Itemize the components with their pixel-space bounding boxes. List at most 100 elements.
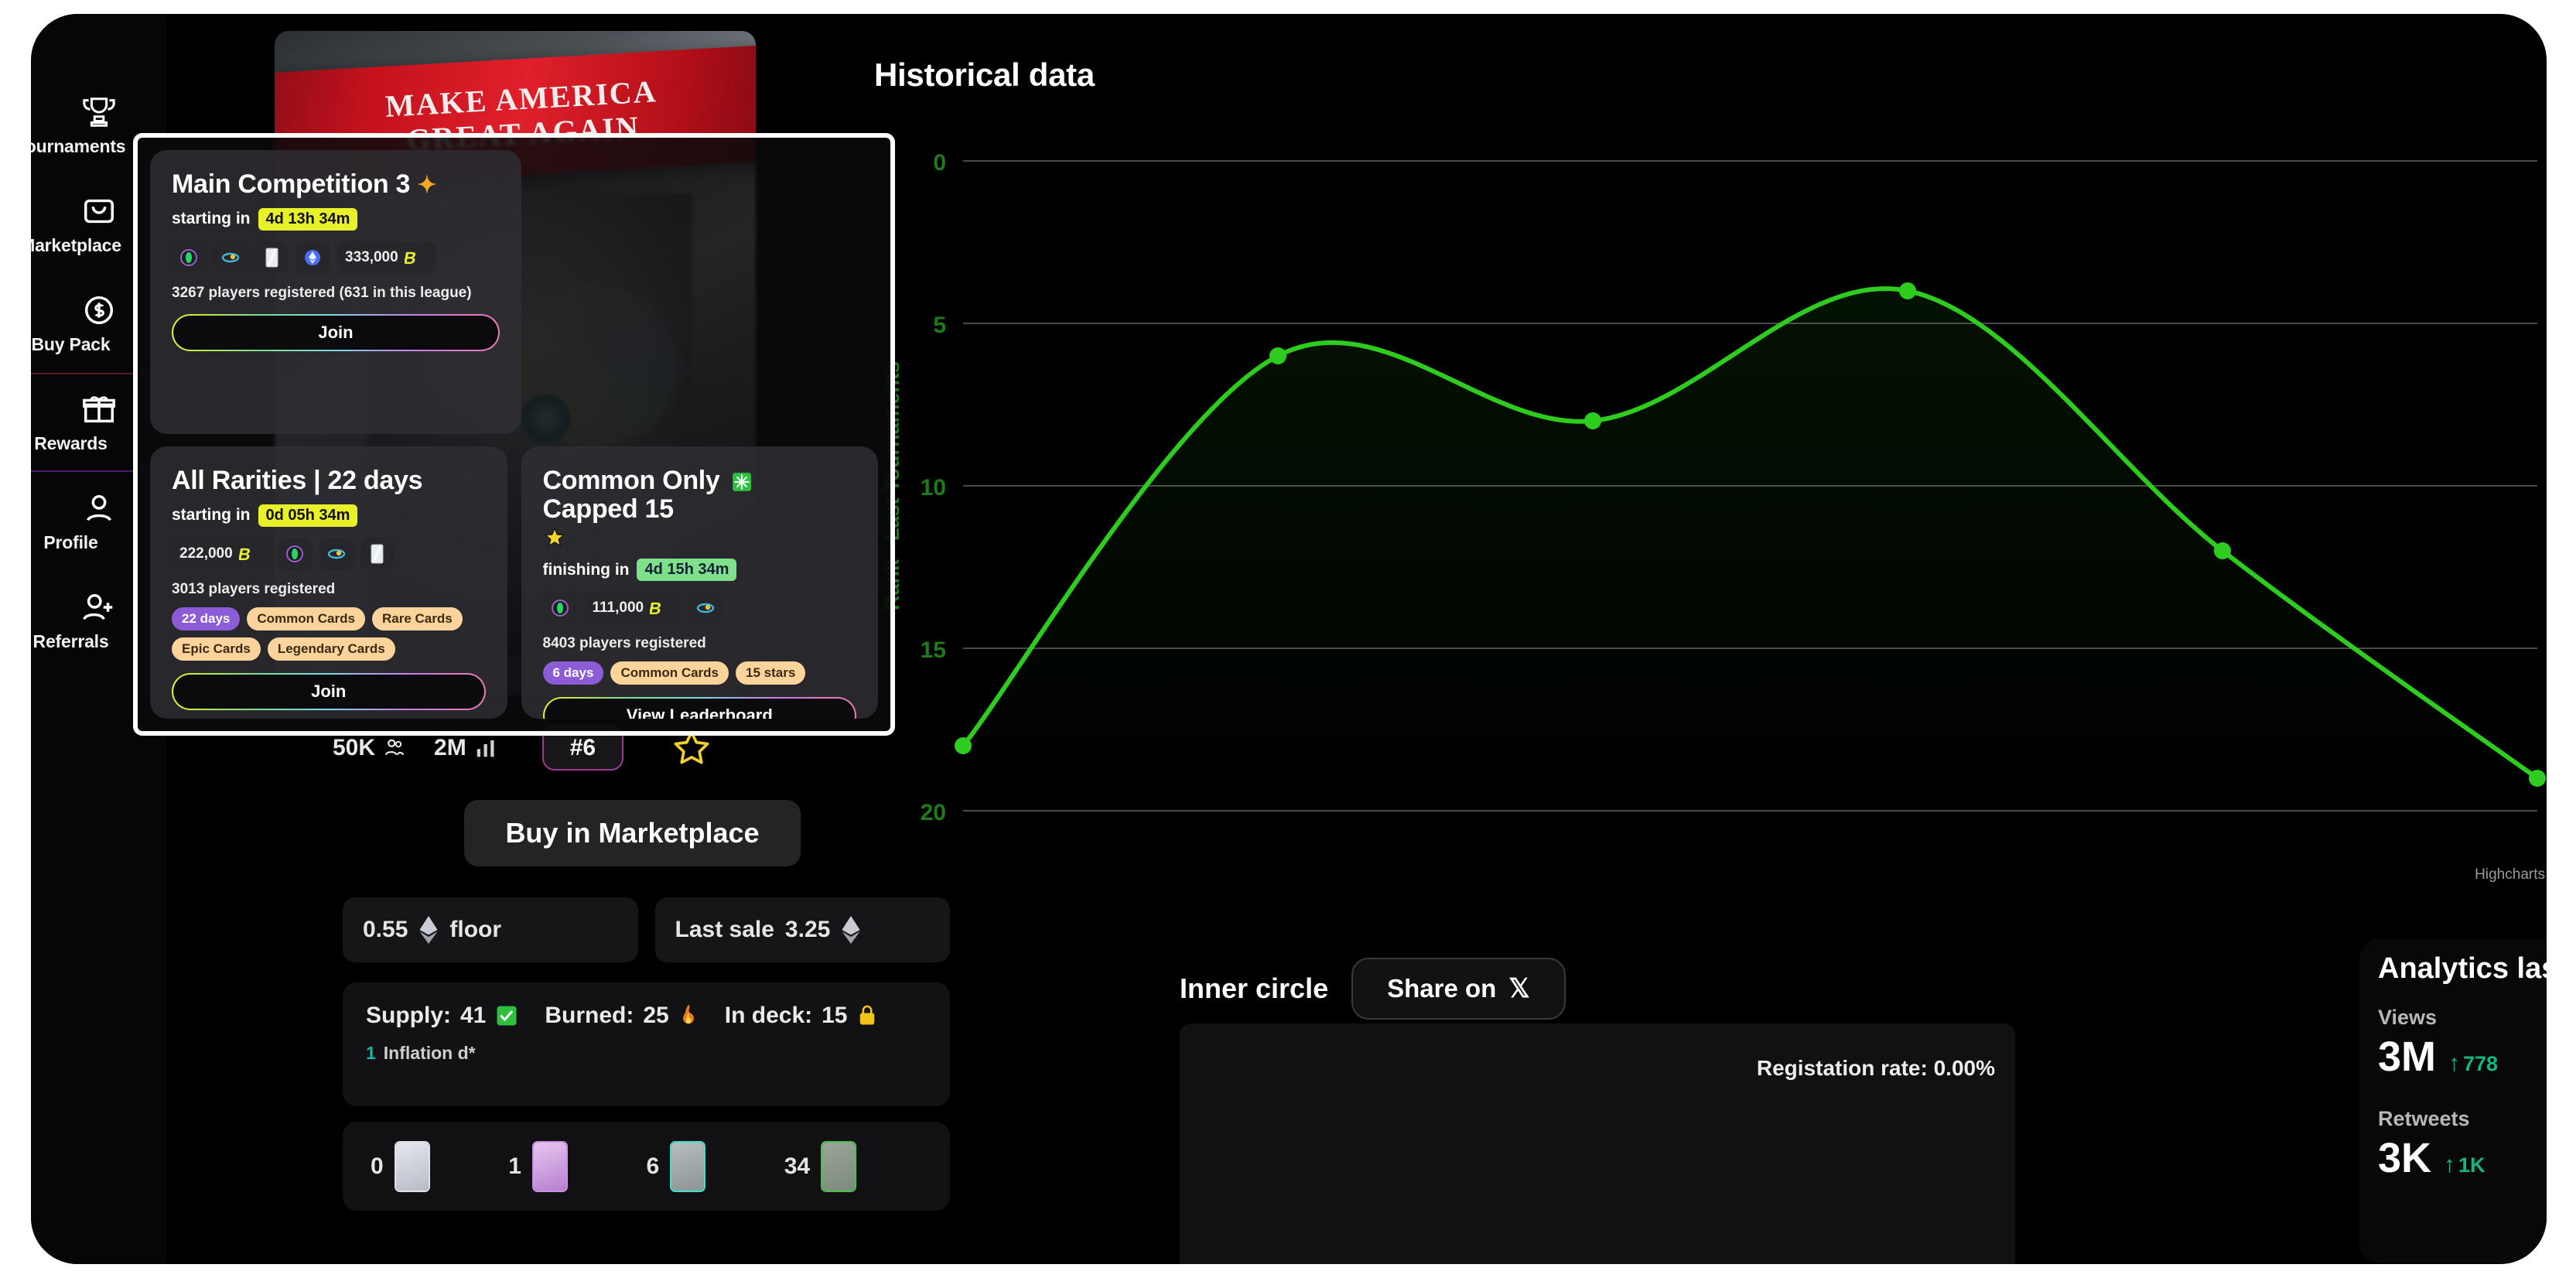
metric-value: 3M [2378,1034,2437,1080]
burned-label: Burned: [545,1003,634,1028]
tournament-card-common-only[interactable]: Common Only Capped 15 finishing in 4d 15… [521,446,878,719]
burned-segment: Burned: 25 [545,1003,698,1029]
inflation-label: Inflation d* [383,1043,476,1063]
supply-value: 41 [460,1003,487,1028]
rank-line-chart-svg: 05101520Rank - Last Tournaments [880,150,2546,825]
rarity-count: 34 [784,1153,811,1179]
historical-rank-chart[interactable]: 05101520Rank - Last Tournaments Highchar… [866,107,2547,883]
tournament-title: Main Competition 3 [172,169,411,199]
rarity-orb-icon [542,592,577,625]
inner-circle-panel: Registation rate: 0.00% [1180,1023,2015,1264]
join-button[interactable]: Join [172,673,486,710]
tournament-title-tail: Capped 15 [542,494,675,524]
view-leaderboard-button[interactable]: View Leaderboard [543,697,857,719]
tag-chip: Common Cards [247,607,365,630]
metric-label: Retweets [2378,1107,2470,1130]
bars-icon [477,740,494,757]
tag-chip: Rare Cards [371,607,463,630]
tournament-timer-row: starting in 0d 05h 34m [172,504,486,527]
arrow-up-icon: ↑ [2448,1051,2461,1076]
rarity-orb-icon [277,537,312,570]
tag-chip: Epic Cards [172,637,261,661]
registration-rate-label: Registation rate: 0.00% [1756,1056,1995,1080]
followers-icon [384,739,405,756]
metric-value-row: 3K ↑ 1K [2378,1134,2547,1182]
last-sale-label: Last sale [675,917,774,942]
metric-delta: ↑ 1K [2444,1152,2485,1178]
sidebar-item-label: Profile [43,531,98,552]
svg-text:20: 20 [921,800,946,825]
prize-amount: 222,000 [179,545,233,562]
sidebar-item-label: Tournaments [31,135,126,156]
analytics-metrics-grid: Views 3M ↑ 778 Likes 38K [2378,1006,2547,1182]
sparkle-icon: ✦ [417,173,437,198]
tag-chip: 6 days [542,661,604,685]
prize-amount-tile: 111,000 B [584,592,682,625]
svg-text:10: 10 [921,475,946,501]
tournament-icon-row: 222,000 B [172,537,486,570]
prize-amount: 111,000 [592,600,644,617]
metric-delta: ↑ 778 [2448,1051,2498,1077]
floor-price-value: 0.55 [363,917,408,942]
svg-text:B: B [650,600,664,619]
svg-text:0: 0 [933,150,946,176]
coin-dollar-icon [84,296,113,324]
players-registered: 3267 players registered (631 in this lea… [172,284,472,301]
tournament-card-row: All Rarities | 22 days starting in 0d 05… [150,446,878,719]
eth-icon [419,916,438,944]
share-on-x-button[interactable]: Share on 𝕏 [1351,958,1566,1020]
rarity-count: 1 [508,1153,521,1179]
metric-delta-value: 778 [2463,1051,2499,1075]
right-panel: Historical data 05101520Rank - Last Tour… [824,14,2547,1264]
join-button[interactable]: Join [172,314,500,351]
buy-in-marketplace-button[interactable]: Buy in Marketplace [464,800,801,866]
tag-chip: 15 stars [736,661,806,685]
analytics-metric-views: Views 3M ↑ 778 [2378,1006,2547,1081]
timer-label: starting in [172,506,251,525]
card-icon [255,241,288,274]
tournament-title-row: Main Competition 3 ✦ [172,170,500,199]
b-token-icon: B [239,545,253,564]
tournament-title: Common Only [542,466,720,495]
tag-chip: 22 days [172,607,241,630]
rarity-card-epic [671,1142,705,1191]
timer-label: starting in [172,210,251,228]
tournament-tags: 6 days Common Cards 15 stars [542,661,857,685]
tournament-tags: 22 days Common Cards Rare Cards Epic Car… [172,607,486,661]
sidebar-item-label: Referrals [32,630,109,651]
inner-circle-row: Inner circle Share on 𝕏 [1180,958,1566,1020]
followers-stat: 50K [333,735,406,761]
timer-badge: 4d 15h 34m [637,559,737,582]
floor-price-box: 0.55 floor [343,897,638,962]
supply-segment: Supply: 41 [366,1003,518,1029]
timer-label: finishing in [542,560,630,579]
players-registered: 8403 players registered [542,635,706,652]
gift-icon [82,395,115,422]
tournament-title-row: Common Only Capped 15 [543,466,857,549]
rarity-item: 6 [647,1142,784,1191]
swirl-icon [214,241,248,274]
floor-price-label: floor [449,917,502,942]
screenshot-root: Tournaments Marketplace Buy Pack [0,0,2576,1278]
analytics-panel: Analytics last seven days Views 3M ↑ [2359,938,2547,1263]
rarity-count: 0 [371,1153,384,1179]
svg-text:15: 15 [921,637,946,663]
green-sparkle-icon [732,473,751,491]
tournament-card-all-rarities[interactable]: All Rarities | 22 days starting in 0d 05… [150,446,507,719]
highcharts-credit: Highcharts [2475,866,2545,883]
green-check-icon [497,1006,517,1026]
metric-delta-value: 1K [2458,1153,2485,1177]
players-registered: 3013 players registered [172,580,336,597]
burned-value: 25 [643,1003,669,1028]
metric-value: 3K [2378,1135,2432,1181]
fire-icon [682,1004,694,1024]
tournament-icon-row: 333,000 B [172,241,500,274]
tournament-icon-row: 111,000 B [542,592,857,625]
b-token-icon: B [650,600,664,619]
rarity-item: 0 [371,1142,508,1191]
user-icon [86,494,111,521]
svg-text:B: B [239,545,253,564]
swirl-icon [688,592,723,625]
tournament-card-main[interactable]: Main Competition 3 ✦ starting in 4d 13h … [150,150,521,434]
prize-amount-tile: 333,000 B [337,241,436,274]
